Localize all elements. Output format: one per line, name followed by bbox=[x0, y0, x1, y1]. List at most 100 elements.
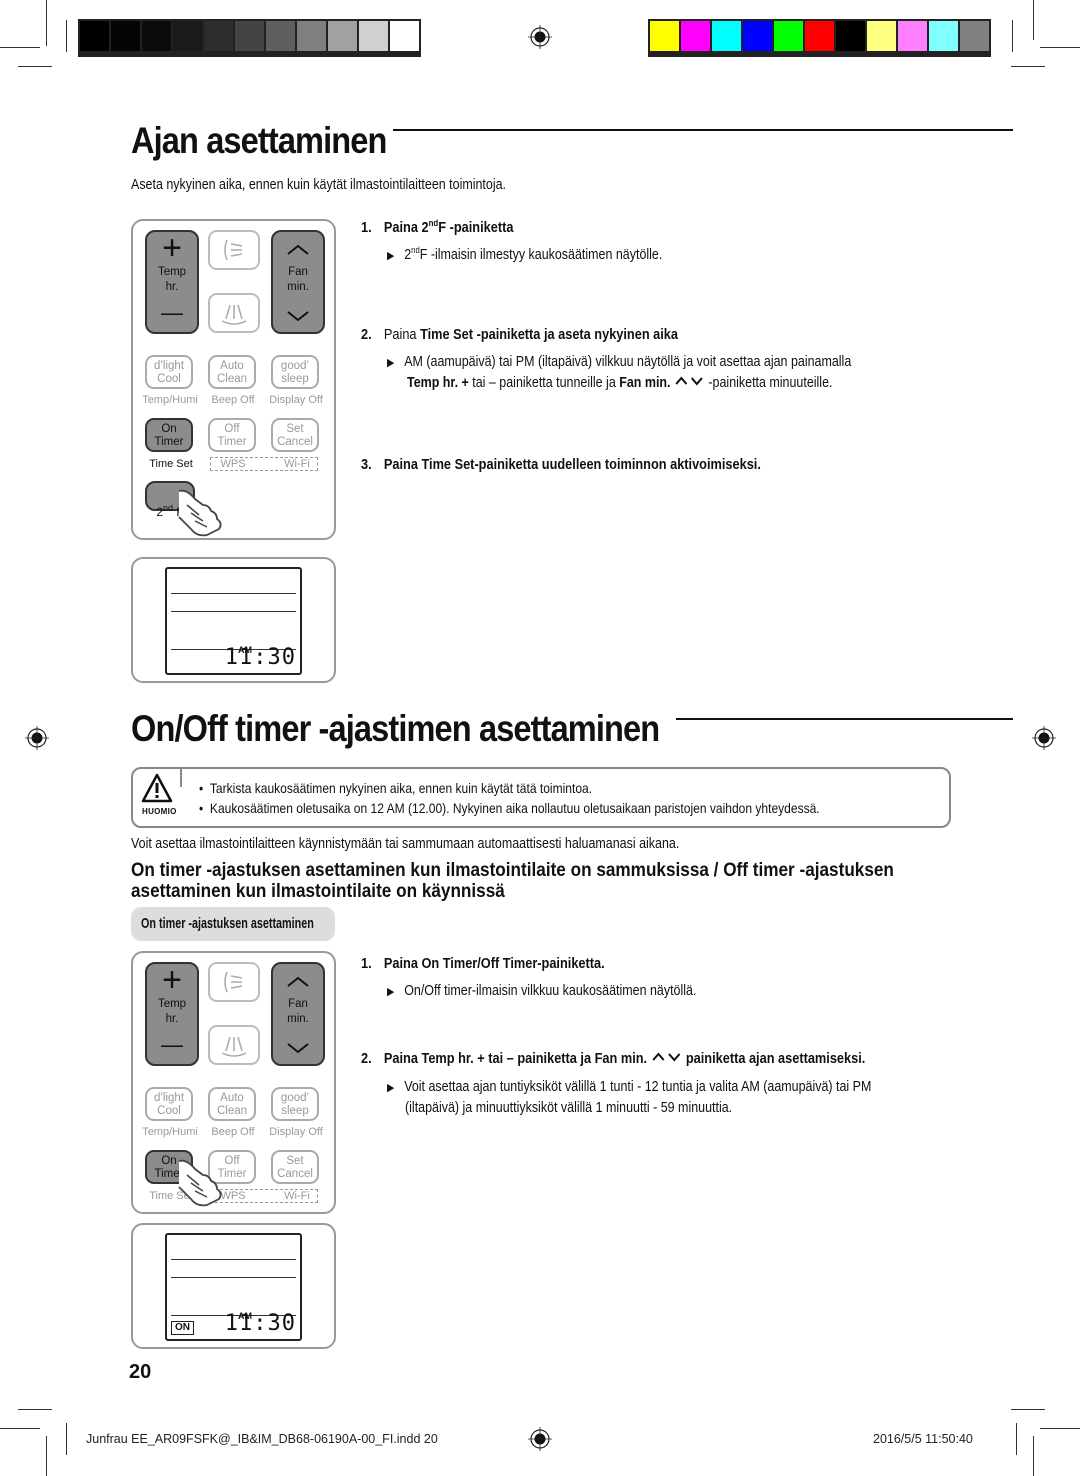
grayscale-color-bar bbox=[78, 19, 421, 57]
caution-box: HUOMIO • Tarkista kaukosäätimen nykyinen… bbox=[131, 767, 951, 828]
crop-mark bbox=[66, 1423, 67, 1455]
on-timer-subheading-pill: On timer -ajastuksen asettaminen bbox=[131, 907, 335, 941]
step-number: 1. bbox=[361, 219, 372, 236]
step-bold: Time Set bbox=[421, 457, 475, 473]
bullet-text: tai – painiketta tunneille ja bbox=[468, 375, 620, 391]
step-text: painiketta ajan asettamiseksi. bbox=[682, 1051, 866, 1067]
caution-note-2: • Kaukosäätimen oletusaika on 12 AM (12.… bbox=[199, 800, 820, 816]
remote-control-illustration: + Temp hr. — Fan min. d’light Cool Auto … bbox=[131, 219, 336, 540]
temp-hr-button[interactable]: + Temp hr. — bbox=[145, 230, 199, 334]
file-slug: Junfrau EE_AR09FSFK@_IB&IM_DB68-06190A-0… bbox=[86, 1432, 438, 1446]
auto-clean-button[interactable]: Auto Clean bbox=[208, 355, 256, 389]
step-2-bullet-line-2: Temp hr. + tai – painiketta tunneille ja… bbox=[407, 375, 832, 391]
grayscale-swatch bbox=[359, 21, 388, 51]
swing-horizontal-button[interactable] bbox=[208, 293, 260, 333]
lcd-time: 11:30 bbox=[224, 1311, 296, 1336]
swing-vertical-button[interactable] bbox=[208, 962, 260, 1002]
plus-icon: + bbox=[162, 229, 182, 267]
step-text: -painiketta ja aseta nykyinen aika bbox=[473, 327, 679, 343]
grayscale-swatch bbox=[80, 21, 109, 51]
bullet-text: Voit asettaa ajan tuntiyksiköt välillä 1… bbox=[404, 1079, 872, 1095]
process-color-swatch bbox=[650, 21, 679, 51]
bullet-text: AM (aamupäivä) tai PM (iltapäivä) vilkku… bbox=[404, 354, 852, 370]
section-title-time-setting: Ajan asettaminen bbox=[131, 120, 387, 161]
minus-icon: — bbox=[161, 300, 183, 325]
swing-vertical-button[interactable] bbox=[208, 230, 260, 270]
wifi-label: Wi-Fi bbox=[284, 458, 310, 470]
bullet-text: On/Off timer-ilmaisin vilkkuu kaukosääti… bbox=[404, 983, 697, 999]
lcd-screen: AM 11:30 bbox=[165, 567, 302, 675]
lcd-time: 11:30 bbox=[224, 645, 296, 670]
bullet-triangle-icon: ▶ bbox=[387, 986, 395, 998]
bullet-text: F -ilmaisin ilmestyy kaukosäätimen näytö… bbox=[419, 246, 663, 263]
display-off-label: Display Off bbox=[269, 394, 323, 406]
crop-mark bbox=[0, 1428, 40, 1429]
good-sleep-button[interactable]: good’ sleep bbox=[271, 1087, 319, 1121]
step-bold: Temp hr. + tai – painiketta ja Fan min. bbox=[421, 1051, 648, 1067]
grayscale-swatch bbox=[142, 21, 171, 51]
crop-mark bbox=[18, 1409, 52, 1410]
crop-mark bbox=[1012, 20, 1013, 52]
set-cancel-button[interactable]: Set Cancel bbox=[271, 1150, 319, 1184]
step-1: 1. Paina 2ndF -painiketta bbox=[361, 218, 513, 236]
process-color-swatch bbox=[960, 21, 989, 51]
registration-mark-icon bbox=[1032, 726, 1056, 750]
step-text: Paina bbox=[383, 956, 422, 972]
vertical-swing-icon bbox=[224, 971, 243, 993]
crop-mark bbox=[1016, 1423, 1017, 1455]
section-title-timer-setting: On/Off timer -ajastimen asettaminen bbox=[131, 708, 660, 749]
registration-mark-icon bbox=[528, 25, 552, 49]
dlight-cool-button[interactable]: d’light Cool bbox=[145, 1087, 193, 1121]
crop-mark bbox=[46, 1436, 47, 1476]
lcd-on-indicator: ON bbox=[171, 1321, 194, 1335]
set-cancel-button[interactable]: Set Cancel bbox=[271, 418, 319, 452]
bullet-triangle-icon: ▶ bbox=[387, 357, 395, 369]
step-text: -painiketta bbox=[446, 219, 514, 236]
process-color-swatch bbox=[681, 21, 710, 51]
remote-control-illustration: + Temp hr. — Fan min. d’light Cool Auto … bbox=[131, 951, 336, 1214]
fan-min-button[interactable]: Fan min. bbox=[271, 962, 325, 1066]
beep-off-label: Beep Off bbox=[211, 1126, 255, 1138]
step-text: Paina bbox=[383, 327, 421, 343]
timer-step-2-bullet-line-2: (iltapäivä) ja minuuttiyksiköt välillä 1… bbox=[405, 1100, 733, 1116]
step-text: Paina bbox=[383, 1051, 422, 1067]
step-3: 3. Paina Time Set-painiketta uudelleen to… bbox=[361, 457, 761, 473]
crop-mark bbox=[1011, 1409, 1045, 1410]
step-sup: nd bbox=[428, 218, 439, 228]
process-color-swatch bbox=[805, 21, 834, 51]
step-text: -painiketta. bbox=[537, 956, 605, 972]
caution-divider bbox=[180, 769, 182, 787]
timer-step-2: 2. Paina Temp hr. + tai – painiketta ja F… bbox=[361, 1051, 865, 1067]
temp-hr-button[interactable]: + Temp hr. — bbox=[145, 962, 199, 1066]
step-2-bullet-line-1: ▶ AM (aamupäivä) tai PM (iltapäivä) vilkk… bbox=[387, 354, 851, 370]
temp-humi-label: Temp/Humi bbox=[142, 1126, 198, 1138]
lcd-screen: ON AM 11:30 bbox=[165, 1233, 302, 1341]
off-timer-button[interactable]: Off Timer bbox=[208, 418, 256, 452]
dlight-cool-button[interactable]: d’light Cool bbox=[145, 355, 193, 389]
lcd-line bbox=[171, 611, 296, 612]
good-sleep-button[interactable]: good’ sleep bbox=[271, 355, 319, 389]
grayscale-swatch bbox=[173, 21, 202, 51]
caution-label: HUOMIO bbox=[142, 807, 177, 816]
step-bold: On Timer/Off Timer bbox=[421, 956, 538, 972]
step-text: Paina bbox=[383, 457, 422, 473]
grayscale-swatch bbox=[204, 21, 233, 51]
timer-step-1-bullet: ▶ On/Off timer-ilmaisin vilkkuu kaukosäät… bbox=[387, 983, 696, 999]
timer-step-2-bullet-line-1: ▶ Voit asettaa ajan tuntiyksiköt välillä … bbox=[387, 1079, 871, 1095]
wps-label: WPS bbox=[220, 458, 246, 470]
timestamp-slug: 2016/5/5 11:50:40 bbox=[873, 1432, 973, 1446]
pointing-hand-icon bbox=[178, 1159, 222, 1207]
step-number: 2. bbox=[361, 1051, 372, 1067]
bullet-triangle-icon: ▶ bbox=[387, 1082, 395, 1094]
warning-triangle-icon bbox=[141, 773, 173, 803]
swing-horizontal-button[interactable] bbox=[208, 1025, 260, 1065]
grayscale-swatch bbox=[111, 21, 140, 51]
process-color-swatch bbox=[743, 21, 772, 51]
on-timer-button[interactable]: On Timer bbox=[145, 418, 193, 452]
fan-min-button[interactable]: Fan min. bbox=[271, 230, 325, 334]
bullet-bold: Fan min. bbox=[619, 375, 671, 391]
lcd-display-frame: AM 11:30 bbox=[131, 557, 336, 683]
auto-clean-button[interactable]: Auto Clean bbox=[208, 1087, 256, 1121]
bullet-sup: nd bbox=[411, 245, 420, 255]
step-number: 3. bbox=[361, 457, 372, 473]
